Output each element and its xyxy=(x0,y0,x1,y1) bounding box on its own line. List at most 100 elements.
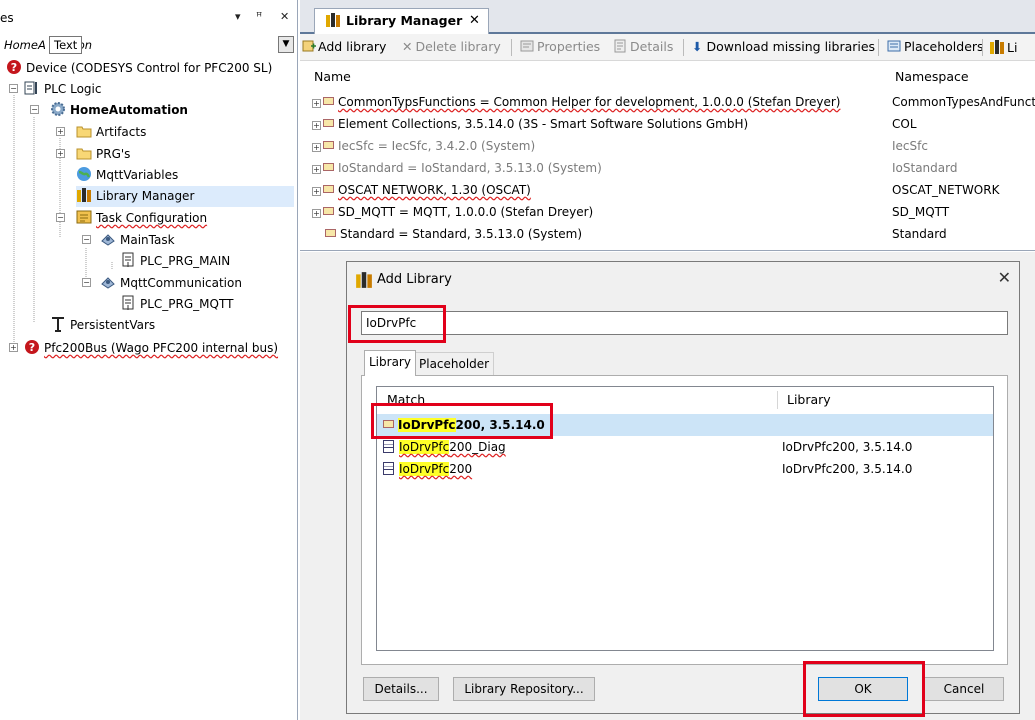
tree-item-persistentvars[interactable]: PersistentVars xyxy=(50,315,155,336)
library-repository-label: Li xyxy=(1007,40,1018,55)
devices-panel: es ▾ ꟸ ✕ HomeA ation ▼ Text ?Device (COD… xyxy=(0,0,298,720)
library-namespace: IoStandard xyxy=(892,161,958,175)
expand-icon[interactable]: + xyxy=(312,165,321,174)
details-button[interactable]: Details... xyxy=(363,677,439,701)
tree-item-homeautomation[interactable]: HomeAutomation xyxy=(50,100,188,121)
tree-item-maintask[interactable]: MainTask xyxy=(100,230,175,251)
application-gear-icon xyxy=(51,102,65,116)
library-row[interactable]: + CommonTypsFunctions = Common Helper for… xyxy=(312,91,1035,113)
tab-placeholder[interactable]: Placeholder xyxy=(414,352,495,376)
library-books-icon xyxy=(77,188,91,202)
globe-variables-icon xyxy=(77,167,91,181)
plc-logic-icon xyxy=(24,81,37,95)
expand-icon[interactable]: + xyxy=(312,121,321,130)
add-library-label: Add library xyxy=(318,39,387,54)
collapse-icon[interactable]: − xyxy=(9,84,18,93)
column-header-library[interactable]: Library xyxy=(787,392,831,407)
tree-item-label: PLC Logic xyxy=(44,82,102,96)
match-row[interactable]: IoDrvPfc200, 3.5.14.0 xyxy=(377,414,993,436)
library-table: Name Namespace + CommonTypsFunctions = Co… xyxy=(300,61,1035,251)
expand-icon[interactable]: + xyxy=(312,209,321,218)
properties-button[interactable]: Properties xyxy=(520,39,600,54)
collapse-icon[interactable]: − xyxy=(30,105,39,114)
library-row[interactable]: + OSCAT NETWORK, 1.30 (OSCAT) OSCAT_NETWO… xyxy=(312,179,1032,201)
tab-close-icon[interactable]: ✕ xyxy=(469,9,480,33)
tree-item-library-manager[interactable]: Library Manager xyxy=(76,186,294,207)
library-name: OSCAT NETWORK, 1.30 (OSCAT) xyxy=(338,183,531,197)
add-library-dialog: Add Library ✕ IoDrvPfc Library Placehold… xyxy=(346,261,1020,714)
library-namespace: SD_MQTT xyxy=(892,205,950,219)
details-button[interactable]: Details xyxy=(613,39,673,54)
delete-icon: ✕ xyxy=(402,39,413,54)
library-search-input[interactable]: IoDrvPfc xyxy=(361,311,1008,335)
match-highlight: IoDrvPfc xyxy=(398,418,456,432)
match-highlight: IoDrvPfc xyxy=(399,440,450,454)
match-name: IoDrvPfc200, 3.5.14.0 xyxy=(398,418,545,432)
task-icon xyxy=(101,277,115,289)
ok-button[interactable]: OK xyxy=(818,677,908,701)
column-header-namespace[interactable]: Namespace xyxy=(895,69,969,84)
pou-object-icon xyxy=(383,440,394,453)
tree-item-label: Library Manager xyxy=(96,189,195,203)
tree-item-pfc200bus[interactable]: ? Pfc200Bus (Wago PFC200 internal bus) xyxy=(24,338,278,359)
tree-item-label: Pfc200Bus (Wago PFC200 internal bus) xyxy=(44,341,279,355)
persistent-vars-icon xyxy=(52,317,64,332)
expand-icon[interactable]: + xyxy=(9,343,18,352)
cancel-button[interactable]: Cancel xyxy=(924,677,1004,701)
column-header-name[interactable]: Name xyxy=(314,69,351,84)
tree-item-mqttcommunication[interactable]: MqttCommunication xyxy=(100,273,242,294)
tree-item-mqttvariables[interactable]: MqttVariables xyxy=(76,165,178,186)
tree-item-task-configuration[interactable]: Task Configuration xyxy=(76,208,207,229)
expand-icon[interactable]: + xyxy=(56,149,65,158)
tree-item-plc-prg-mqtt[interactable]: PLC_PRG_MQTT xyxy=(120,294,233,315)
tree-item-plc-logic[interactable]: PLC Logic xyxy=(24,79,101,100)
toolbar-separator xyxy=(878,39,879,56)
library-namespace: OSCAT_NETWORK xyxy=(892,183,1000,197)
collapse-icon[interactable]: − xyxy=(56,213,65,222)
column-header-match[interactable]: Match xyxy=(387,392,425,407)
add-library-button[interactable]: Add library xyxy=(302,39,386,54)
match-row[interactable]: IoDrvPfc200 IoDrvPfc200, 3.5.14.0 xyxy=(377,458,993,480)
tree-item-label: Task Configuration xyxy=(96,211,208,225)
tab-label: Library Manager xyxy=(346,13,463,28)
match-rest: 200_Diag xyxy=(449,440,506,454)
library-books-icon xyxy=(990,40,1004,54)
tree-item-prgs[interactable]: PRG's xyxy=(76,144,130,165)
library-name: CommonTypsFunctions = Common Helper for … xyxy=(338,95,841,109)
expand-icon[interactable]: + xyxy=(56,127,65,136)
library-row[interactable]: + IoStandard = IoStandard, 3.5.13.0 (Syst… xyxy=(312,157,1032,179)
library-row[interactable]: + IecSfc = IecSfc, 3.4.2.0 (System) IecSf… xyxy=(312,135,1032,157)
collapse-icon[interactable]: − xyxy=(82,278,91,287)
expand-icon[interactable]: + xyxy=(312,143,321,152)
dialog-close-icon[interactable]: ✕ xyxy=(998,268,1011,287)
tree-item-plc-prg-main[interactable]: PLC_PRG_MAIN xyxy=(120,251,230,272)
library-row[interactable]: + Element Collections, 3.5.14.0 (3S - Sma… xyxy=(312,113,1032,135)
tree-item-device[interactable]: ? Device (CODESYS Control for PFC200 SL) xyxy=(6,58,272,79)
download-arrow-icon: ⬇ xyxy=(692,39,703,54)
library-name: SD_MQTT = MQTT, 1.0.0.0 (Stefan Dreyer) xyxy=(338,205,594,219)
tree-item-label: MainTask xyxy=(120,233,175,247)
collapse-icon[interactable]: − xyxy=(82,235,91,244)
tab-library[interactable]: Library xyxy=(364,350,416,376)
library-repository-button[interactable]: Library Repository... xyxy=(453,677,595,701)
tab-library-manager[interactable]: Library Manager ✕ xyxy=(314,8,489,34)
tooltip: Text xyxy=(49,36,83,54)
library-row[interactable]: Standard = Standard, 3.5.13.0 (System) S… xyxy=(312,223,1032,245)
expand-icon[interactable]: + xyxy=(312,187,321,196)
expand-icon[interactable]: + xyxy=(312,99,321,108)
library-icon xyxy=(325,229,336,237)
task-icon xyxy=(101,234,115,246)
tree-item-artifacts[interactable]: Artifacts xyxy=(76,122,146,143)
placeholders-label: Placeholders xyxy=(904,39,984,54)
download-missing-button[interactable]: ⬇ Download missing libraries xyxy=(692,39,875,54)
library-books-icon xyxy=(326,13,340,27)
delete-library-button[interactable]: ✕ Delete library xyxy=(402,39,501,54)
library-icon xyxy=(383,420,394,428)
match-row[interactable]: IoDrvPfc200_Diag IoDrvPfc200, 3.5.14.0 xyxy=(377,436,993,458)
library-row[interactable]: + SD_MQTT = MQTT, 1.0.0.0 (Stefan Dreyer)… xyxy=(312,201,1032,223)
library-icon xyxy=(323,141,334,149)
placeholders-button[interactable]: Placeholders xyxy=(887,39,984,54)
details-label: Details xyxy=(630,39,674,54)
library-repository-button[interactable]: Li xyxy=(989,39,1017,55)
properties-label: Properties xyxy=(537,39,601,54)
